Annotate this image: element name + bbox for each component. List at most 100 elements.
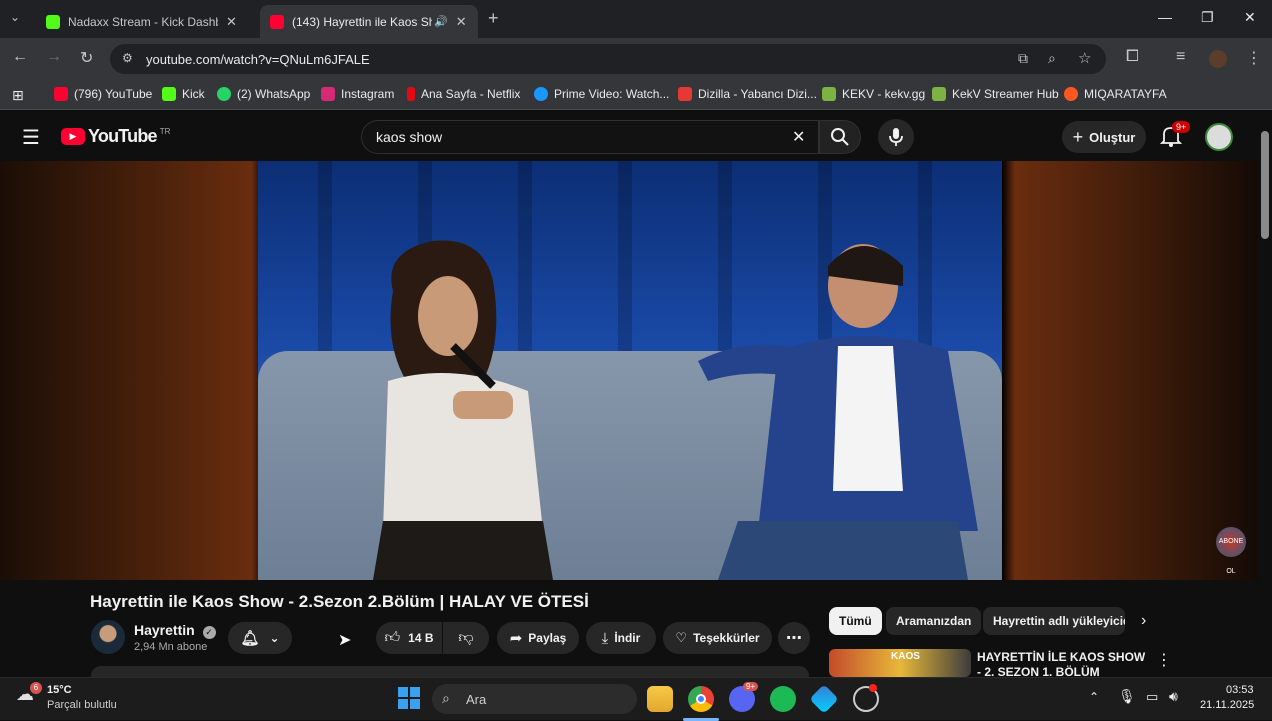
clock-time[interactable]: 03:53 bbox=[1226, 684, 1254, 696]
browser-tab-strip: ⌄ Nadaxx Stream - Kick Dashboar ✕ (143) … bbox=[0, 0, 1272, 38]
close-window-icon[interactable]: ✕ bbox=[1244, 9, 1256, 26]
recording-app-icon[interactable] bbox=[853, 684, 879, 712]
page-scrollbar[interactable] bbox=[1258, 111, 1272, 677]
bookmark-label: Ana Sayfa - Netflix bbox=[421, 87, 521, 101]
bookmark-miqaratayfa[interactable]: MIQARATAYFA bbox=[1064, 87, 1167, 101]
dislike-button[interactable]: 👎︎ bbox=[443, 622, 489, 654]
voice-search-button[interactable] bbox=[878, 119, 914, 155]
search-button[interactable] bbox=[819, 120, 861, 154]
channel-name-text: Hayrettin bbox=[134, 622, 195, 638]
tab-audio-icon[interactable]: 🔊 bbox=[434, 15, 448, 28]
subscription-bell-button[interactable]: 🔔︎ ⌄ bbox=[228, 622, 292, 654]
subscribe-watermark[interactable]: ABONE OL bbox=[1216, 527, 1246, 575]
recommendation-title[interactable]: HAYRETTİN İLE KAOS SHOW - 2. SEZON 1. BÖ… bbox=[977, 650, 1147, 677]
notifications-button[interactable]: 9+ bbox=[1159, 121, 1191, 153]
tab-search-dropdown-icon[interactable]: ⌄ bbox=[10, 10, 20, 24]
media-control-icon[interactable]: ≡ bbox=[1176, 48, 1185, 66]
search-input[interactable]: kaos show ✕ bbox=[361, 120, 819, 154]
bookmark-youtube[interactable]: (796) YouTube bbox=[54, 87, 152, 101]
video-player[interactable] bbox=[0, 161, 1258, 580]
thanks-label: Teşekkürler bbox=[693, 631, 760, 645]
minimize-icon[interactable]: — bbox=[1158, 9, 1172, 25]
chip-all[interactable]: Tümü bbox=[829, 607, 882, 635]
thanks-button[interactable]: ♡ Teşekkürler bbox=[663, 622, 772, 654]
hamburger-menu-icon[interactable]: ☰ bbox=[22, 125, 40, 150]
notification-badge: 9+ bbox=[1172, 121, 1191, 133]
reload-icon[interactable]: ↻ bbox=[80, 48, 93, 68]
chip-uploader[interactable]: Hayrettin adlı yükleyicide bbox=[983, 607, 1125, 635]
apps-grid-icon[interactable]: ⊞ bbox=[12, 87, 24, 104]
youtube-header: ☰ ▶ YouTube TR kaos show ✕ + Oluştur 9+ bbox=[0, 111, 1258, 161]
channel-avatar[interactable] bbox=[91, 620, 125, 654]
profile-avatar[interactable] bbox=[1209, 50, 1227, 68]
tab-kick-dashboard[interactable]: Nadaxx Stream - Kick Dashboar ✕ bbox=[36, 5, 258, 38]
url-text[interactable]: youtube.com/watch?v=QNuLm6JFALE bbox=[146, 52, 370, 67]
kick-bookmark-icon bbox=[162, 87, 176, 101]
bookmark-star-icon[interactable]: ☆ bbox=[1078, 49, 1091, 67]
new-tab-button[interactable]: + bbox=[488, 8, 499, 29]
bell-icon: 🔔︎ bbox=[240, 630, 260, 647]
weather-description: Parçalı bulutlu bbox=[47, 699, 117, 711]
share-button[interactable]: ➦ Paylaş bbox=[497, 622, 579, 654]
account-avatar[interactable] bbox=[1205, 123, 1233, 151]
bookmark-instagram[interactable]: Instagram bbox=[321, 87, 394, 101]
tab-close-icon[interactable]: ✕ bbox=[456, 14, 467, 30]
netflix-bookmark-icon bbox=[407, 87, 415, 101]
taskbar-search[interactable]: ⌕ Ara bbox=[432, 684, 637, 714]
more-actions-button[interactable]: ⋯ bbox=[778, 622, 810, 654]
chip-from-search[interactable]: Aramanızdan bbox=[886, 607, 982, 635]
bookmark-whatsapp[interactable]: (2) WhatsApp bbox=[217, 87, 310, 101]
browser-toolbar: ← → ↻ ⚙ youtube.com/watch?v=QNuLm6JFALE … bbox=[0, 38, 1272, 80]
scrollbar-thumb[interactable] bbox=[1261, 131, 1269, 239]
site-info-icon[interactable]: ⚙ bbox=[122, 51, 133, 65]
extensions-icon[interactable]: ⧠ bbox=[1126, 48, 1139, 66]
chip-next-icon[interactable]: › bbox=[1141, 612, 1146, 630]
recommendation-thumbnail[interactable]: KAOS bbox=[829, 649, 971, 677]
tab-close-icon[interactable]: ✕ bbox=[226, 14, 237, 30]
app-tile-icon[interactable] bbox=[809, 684, 839, 714]
chrome-icon[interactable] bbox=[688, 686, 714, 712]
clock-date[interactable]: 21.11.2025 bbox=[1200, 699, 1254, 711]
like-button[interactable]: 👍︎ 14 B bbox=[376, 622, 442, 654]
network-icon[interactable]: ▭ bbox=[1146, 689, 1158, 705]
guest-figure bbox=[373, 240, 553, 580]
start-button[interactable] bbox=[398, 687, 420, 709]
bookmark-kekv-hub[interactable]: KekV Streamer Hub bbox=[932, 87, 1059, 101]
tray-overflow-icon[interactable]: ⌃ bbox=[1089, 690, 1099, 704]
discord-icon[interactable]: 9+ bbox=[729, 682, 759, 712]
address-bar[interactable]: ⚙ youtube.com/watch?v=QNuLm6JFALE ⧉ ⌕ ☆ bbox=[110, 44, 1106, 74]
youtube-logo[interactable]: ▶ YouTube TR bbox=[61, 126, 170, 147]
thumbs-down-icon: 👎︎ bbox=[458, 629, 474, 646]
file-explorer-icon[interactable] bbox=[647, 686, 673, 712]
discord-badge: 9+ bbox=[743, 682, 759, 691]
zoom-icon[interactable]: ⌕ bbox=[1048, 50, 1056, 67]
kekv-hub-bookmark-icon bbox=[932, 87, 946, 101]
channel-name[interactable]: Hayrettin ✓ bbox=[134, 622, 216, 639]
bookmark-dizilla[interactable]: Dizilla - Yabancı Dizi... bbox=[678, 87, 817, 101]
share-icon: ➦ bbox=[509, 630, 523, 647]
search-placeholder: Ara bbox=[466, 692, 487, 707]
recommendation-menu-icon[interactable]: ⋮ bbox=[1156, 650, 1172, 670]
weather-widget[interactable]: ☁ 6 bbox=[16, 682, 42, 710]
forward-icon[interactable]: → bbox=[46, 48, 62, 66]
thanks-heart-icon: ♡ bbox=[675, 630, 688, 645]
spotify-icon[interactable] bbox=[770, 686, 796, 712]
bookmark-netflix[interactable]: Ana Sayfa - Netflix bbox=[407, 87, 520, 101]
volume-icon[interactable]: 🔊︎ bbox=[1169, 688, 1178, 705]
create-button[interactable]: + Oluştur bbox=[1062, 121, 1146, 153]
cast-icon[interactable]: ⧉ bbox=[1018, 50, 1028, 67]
download-button[interactable]: ⤓ İndir bbox=[586, 622, 656, 654]
bookmark-kick[interactable]: Kick bbox=[162, 87, 205, 101]
tab-youtube-video[interactable]: (143) Hayrettin ile Kaos Show 🔊 ✕ bbox=[260, 5, 478, 38]
clear-search-icon[interactable]: ✕ bbox=[792, 127, 805, 147]
chrome-menu-icon[interactable]: ⋮ bbox=[1246, 48, 1262, 68]
bookmark-kekv[interactable]: KEKV - kekv.gg bbox=[822, 87, 925, 101]
youtube-favicon-icon bbox=[270, 14, 284, 29]
bookmark-label: Prime Video: Watch... bbox=[554, 87, 670, 101]
prime-bookmark-icon bbox=[534, 87, 548, 101]
bookmark-prime-video[interactable]: Prime Video: Watch... bbox=[534, 87, 669, 101]
back-icon[interactable]: ← bbox=[12, 48, 28, 66]
restore-icon[interactable]: ❐ bbox=[1201, 9, 1214, 26]
kick-favicon-icon bbox=[46, 14, 60, 29]
microphone-tray-icon[interactable]: 🎙︎ bbox=[1118, 688, 1136, 705]
